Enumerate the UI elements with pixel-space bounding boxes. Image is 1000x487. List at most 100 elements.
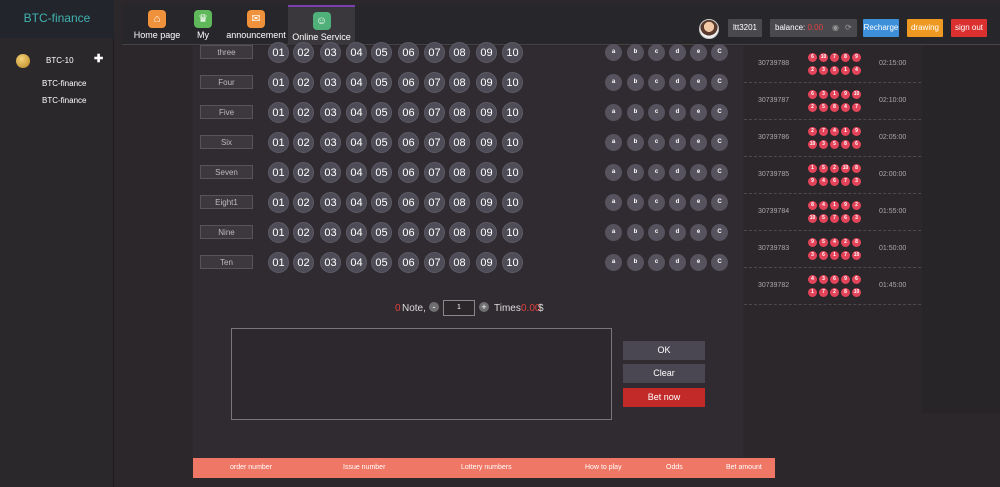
shortcut-button[interactable]: d: [669, 224, 686, 241]
shortcut-button[interactable]: e: [690, 194, 707, 211]
number-ball[interactable]: 04: [346, 42, 367, 63]
number-ball[interactable]: 07: [424, 222, 445, 243]
shortcut-button[interactable]: C: [711, 254, 728, 271]
number-ball[interactable]: 03: [320, 222, 341, 243]
number-ball[interactable]: 06: [398, 192, 419, 213]
number-ball[interactable]: 08: [449, 162, 470, 183]
number-ball[interactable]: 04: [346, 252, 367, 273]
shortcut-button[interactable]: C: [711, 194, 728, 211]
number-ball[interactable]: 04: [346, 222, 367, 243]
number-ball[interactable]: 04: [346, 162, 367, 183]
bet-textarea[interactable]: [231, 328, 612, 420]
shortcut-button[interactable]: d: [669, 164, 686, 181]
number-ball[interactable]: 07: [424, 252, 445, 273]
number-ball[interactable]: 09: [476, 132, 497, 153]
nav-home[interactable]: ⌂ Home page: [132, 5, 182, 45]
number-ball[interactable]: 10: [502, 42, 523, 63]
nav-announcement[interactable]: ✉ announcement: [226, 5, 286, 45]
shortcut-button[interactable]: c: [648, 104, 665, 121]
shortcut-button[interactable]: b: [627, 164, 644, 181]
shortcut-button[interactable]: a: [605, 74, 622, 91]
number-ball[interactable]: 09: [476, 252, 497, 273]
avatar[interactable]: [699, 19, 719, 39]
number-ball[interactable]: 07: [424, 192, 445, 213]
shortcut-button[interactable]: e: [690, 44, 707, 61]
number-ball[interactable]: 04: [346, 72, 367, 93]
shortcut-button[interactable]: e: [690, 254, 707, 271]
shortcut-button[interactable]: e: [690, 104, 707, 121]
shortcut-button[interactable]: a: [605, 134, 622, 151]
number-ball[interactable]: 10: [502, 252, 523, 273]
shortcut-button[interactable]: a: [605, 254, 622, 271]
number-ball[interactable]: 05: [371, 252, 392, 273]
shortcut-button[interactable]: b: [627, 224, 644, 241]
number-ball[interactable]: 09: [476, 162, 497, 183]
number-ball[interactable]: 07: [424, 132, 445, 153]
number-ball[interactable]: 01: [268, 72, 289, 93]
number-ball[interactable]: 03: [320, 192, 341, 213]
sidebar-link[interactable]: BTC-finance: [42, 96, 86, 105]
number-ball[interactable]: 05: [371, 102, 392, 123]
number-ball[interactable]: 02: [293, 42, 314, 63]
number-ball[interactable]: 08: [449, 132, 470, 153]
number-ball[interactable]: 01: [268, 132, 289, 153]
shortcut-button[interactable]: C: [711, 104, 728, 121]
sign-out-button[interactable]: sign out: [951, 19, 987, 37]
number-ball[interactable]: 09: [476, 192, 497, 213]
number-ball[interactable]: 04: [346, 192, 367, 213]
nav-online-service[interactable]: ☺ Online Service: [288, 5, 355, 45]
shortcut-button[interactable]: b: [627, 254, 644, 271]
number-ball[interactable]: 03: [320, 42, 341, 63]
number-ball[interactable]: 03: [320, 252, 341, 273]
shortcut-button[interactable]: b: [627, 44, 644, 61]
shortcut-button[interactable]: a: [605, 164, 622, 181]
number-ball[interactable]: 09: [476, 42, 497, 63]
number-ball[interactable]: 09: [476, 102, 497, 123]
number-ball[interactable]: 08: [449, 192, 470, 213]
sidebar-lottery-item[interactable]: BTC-10 ✚: [16, 52, 110, 68]
shortcut-button[interactable]: C: [711, 74, 728, 91]
number-ball[interactable]: 05: [371, 132, 392, 153]
number-ball[interactable]: 04: [346, 132, 367, 153]
shortcut-button[interactable]: c: [648, 134, 665, 151]
multiple-input[interactable]: 1: [443, 300, 475, 316]
number-ball[interactable]: 07: [424, 102, 445, 123]
shortcut-button[interactable]: c: [648, 194, 665, 211]
number-ball[interactable]: 03: [320, 162, 341, 183]
shortcut-button[interactable]: d: [669, 44, 686, 61]
nav-my[interactable]: ♛ My: [188, 5, 218, 45]
refresh-icon[interactable]: ⟳: [845, 19, 852, 37]
number-ball[interactable]: 06: [398, 162, 419, 183]
shortcut-button[interactable]: a: [605, 224, 622, 241]
shortcut-button[interactable]: d: [669, 134, 686, 151]
number-ball[interactable]: 01: [268, 192, 289, 213]
shortcut-button[interactable]: b: [627, 104, 644, 121]
shortcut-button[interactable]: a: [605, 104, 622, 121]
sidebar-link[interactable]: BTC-finance: [42, 79, 86, 88]
number-ball[interactable]: 06: [398, 252, 419, 273]
number-ball[interactable]: 06: [398, 132, 419, 153]
number-ball[interactable]: 08: [449, 42, 470, 63]
username-badge[interactable]: ltt3201: [728, 19, 762, 37]
shortcut-button[interactable]: C: [711, 134, 728, 151]
number-ball[interactable]: 03: [320, 72, 341, 93]
shortcut-button[interactable]: d: [669, 104, 686, 121]
number-ball[interactable]: 08: [449, 102, 470, 123]
shortcut-button[interactable]: e: [690, 134, 707, 151]
decrease-button[interactable]: -: [429, 302, 439, 312]
shortcut-button[interactable]: d: [669, 194, 686, 211]
brand-logo[interactable]: BTC-finance: [0, 0, 114, 38]
clear-button[interactable]: Clear: [623, 364, 705, 383]
recharge-button[interactable]: Recharge: [863, 19, 899, 37]
number-ball[interactable]: 01: [268, 252, 289, 273]
eye-icon[interactable]: ◉: [832, 19, 839, 37]
number-ball[interactable]: 06: [398, 102, 419, 123]
number-ball[interactable]: 09: [476, 222, 497, 243]
shortcut-button[interactable]: a: [605, 44, 622, 61]
shortcut-button[interactable]: b: [627, 194, 644, 211]
number-ball[interactable]: 07: [424, 72, 445, 93]
plus-icon[interactable]: ✚: [94, 52, 103, 66]
number-ball[interactable]: 08: [449, 222, 470, 243]
number-ball[interactable]: 01: [268, 162, 289, 183]
number-ball[interactable]: 05: [371, 192, 392, 213]
